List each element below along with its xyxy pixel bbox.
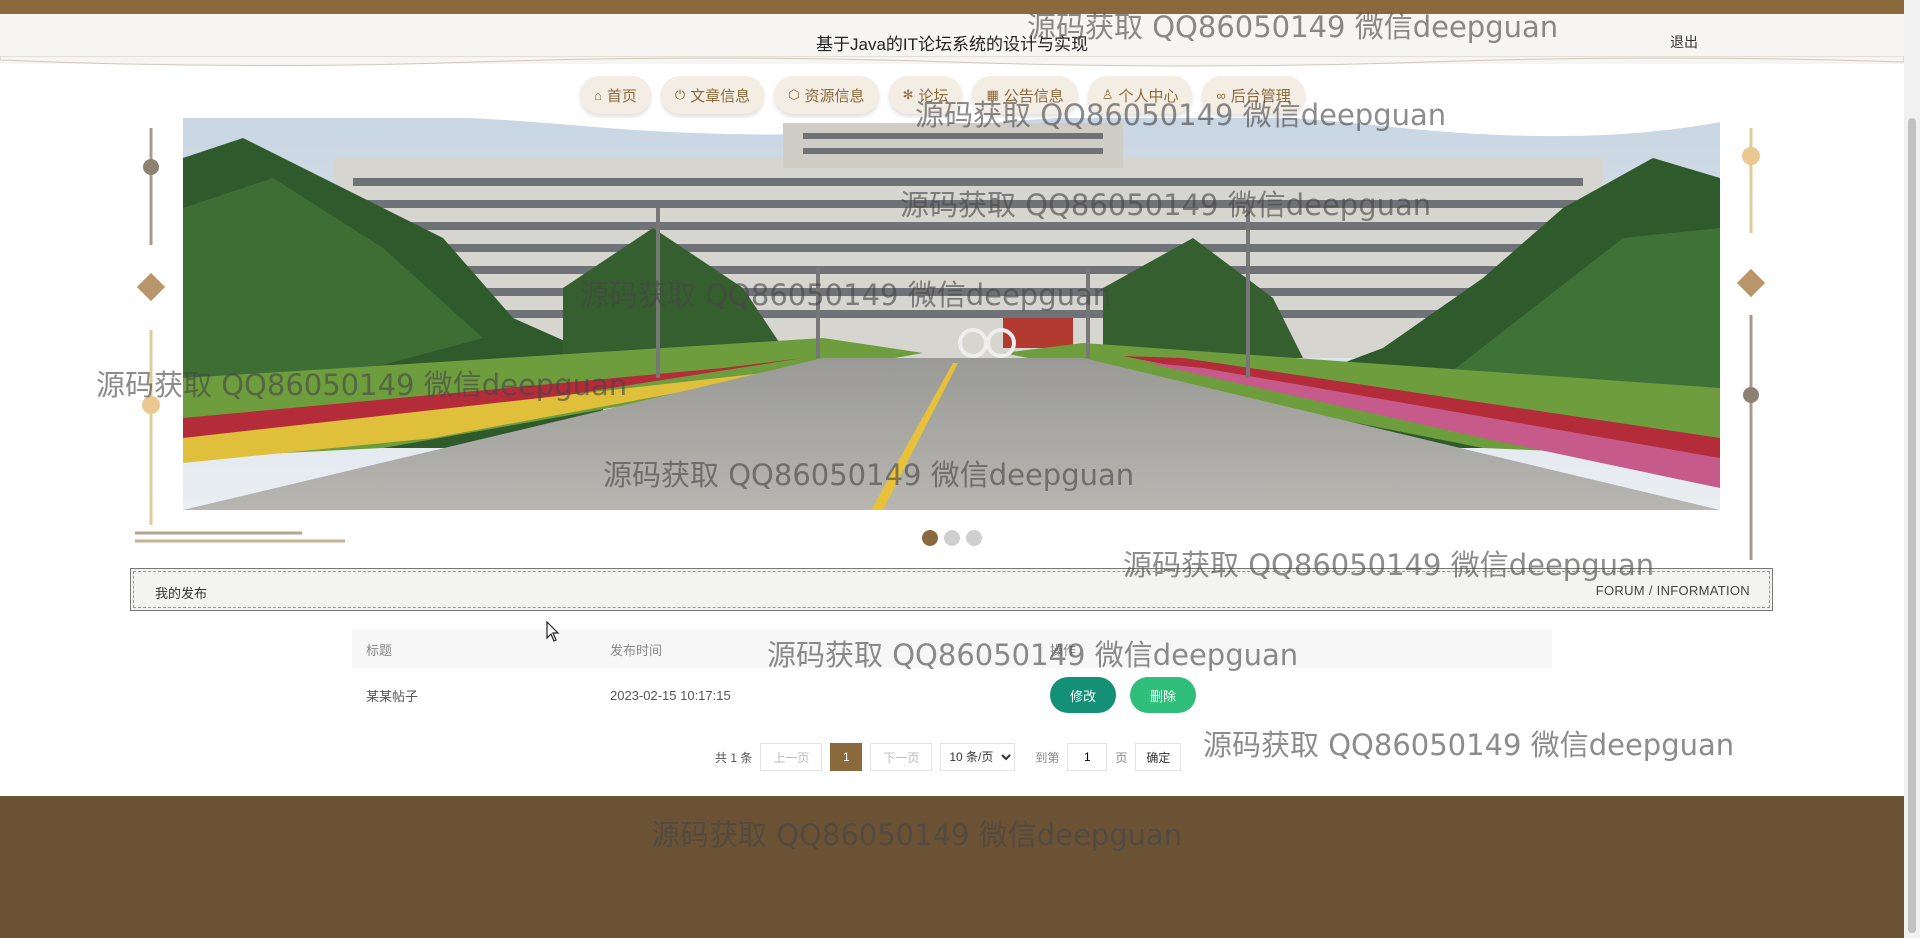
right-ornament (1736, 128, 1766, 560)
carousel-dot-3[interactable] (966, 530, 982, 546)
watermark-text: 源码获取 QQ86050149 微信deepguan (1203, 728, 1735, 762)
prev-page-button[interactable]: 上一页 (760, 743, 823, 771)
nav-label: 资源信息 (804, 87, 865, 105)
delete-button[interactable]: 删除 (1130, 677, 1197, 713)
top-accent-bar (0, 0, 1904, 14)
nav-home[interactable]: ⌂ 首页 (580, 76, 651, 114)
gear-icon: ✻ (902, 87, 914, 102)
current-page[interactable]: 1 (830, 743, 863, 771)
carousel-dot-1[interactable] (922, 530, 938, 546)
main-nav: ⌂ 首页 ⏻ 文章信息 ⬡ 资源信息 ✻ 论坛 ▦ 公告信息 ♙ 个人中心 ∞ 后台管理 (580, 76, 1305, 114)
goto-label: 到第 (1035, 750, 1060, 765)
header-wave-divider (0, 56, 1904, 67)
nav-announcements[interactable]: ▦ 公告信息 (972, 76, 1078, 114)
vertical-scrollbar[interactable] (1904, 0, 1920, 938)
row-actions: 修改 删除 (1050, 677, 1552, 713)
carousel-indicators (922, 530, 982, 546)
page-unit-label: 页 (1115, 750, 1128, 765)
nav-label: 公告信息 (1003, 87, 1064, 105)
column-header-actions: 操作 (1050, 642, 1077, 658)
table-row: 某某帖子 2023-02-15 10:17:15 修改 删除 (352, 668, 1552, 722)
section-header: 我的发布 FORUM / INFORMATION (130, 568, 1773, 611)
pagination: 共 1 条 上一页 1 下一页 10 条/页 到第 页 确定 (715, 743, 1182, 771)
column-header-time: 发布时间 (610, 642, 663, 658)
user-icon: ♙ (1101, 87, 1114, 102)
edit-button[interactable]: 修改 (1050, 677, 1117, 713)
posts-table: 标题 发布时间 操作 某某帖子 2023-02-15 10:17:15 修改 删… (352, 630, 1552, 722)
page-size-select[interactable]: 10 条/页 (940, 743, 1016, 771)
nav-label: 文章信息 (690, 87, 751, 105)
nav-admin[interactable]: ∞ 后台管理 (1202, 76, 1305, 114)
link-icon: ∞ (1216, 87, 1226, 103)
pagination-total: 共 1 条 (715, 750, 753, 765)
nav-label: 个人中心 (1118, 87, 1179, 105)
goto-page-input[interactable] (1067, 743, 1108, 771)
mouse-cursor-icon (546, 621, 560, 642)
hero-banner-image[interactable] (183, 118, 1720, 510)
table-header: 标题 发布时间 操作 (352, 630, 1552, 668)
page-footer (0, 796, 1904, 938)
nav-articles[interactable]: ⏻ 文章信息 (660, 76, 765, 114)
nav-profile[interactable]: ♙ 个人中心 (1087, 76, 1193, 114)
site-title: 基于Java的IT论坛系统的设计与实现 (815, 35, 1089, 54)
nav-label: 后台管理 (1230, 87, 1291, 105)
power-icon: ⏻ (674, 87, 686, 102)
carousel-dot-2[interactable] (944, 530, 960, 546)
goto-confirm-button[interactable]: 确定 (1135, 743, 1182, 771)
nav-label: 论坛 (918, 87, 949, 105)
cube-icon: ⬡ (788, 87, 800, 102)
nav-resources[interactable]: ⬡ 资源信息 (774, 76, 879, 114)
scrollbar-thumb[interactable] (1908, 118, 1916, 933)
nav-forum[interactable]: ✻ 论坛 (888, 76, 963, 114)
post-title: 某某帖子 (366, 688, 419, 704)
post-time: 2023-02-15 10:17:15 (610, 687, 731, 703)
section-subtitle: FORUM / INFORMATION (1595, 583, 1750, 598)
grid-icon: ▦ (986, 87, 999, 102)
section-title: 我的发布 (155, 586, 208, 601)
home-icon: ⌂ (594, 87, 602, 103)
nav-label: 首页 (606, 87, 637, 105)
next-page-button[interactable]: 下一页 (870, 743, 933, 771)
logout-link[interactable]: 退出 (1670, 32, 1698, 52)
